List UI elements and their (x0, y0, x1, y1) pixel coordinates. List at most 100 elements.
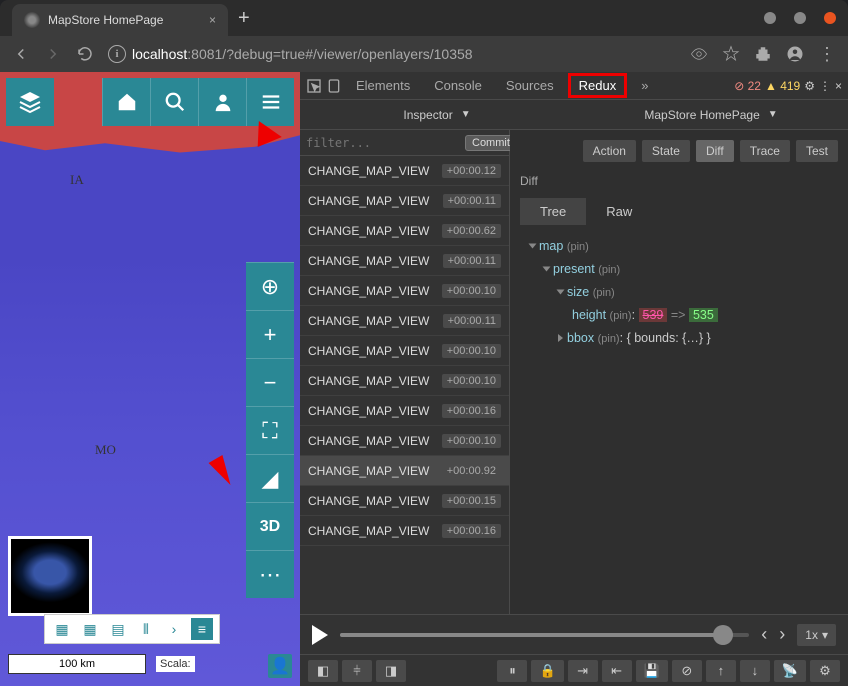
playback-bar: ‹ › 1x ▾ (300, 614, 848, 654)
action-item[interactable]: CHANGE_MAP_VIEW+00:00.10 (300, 276, 509, 306)
undo-button[interactable]: ◢ (246, 454, 294, 502)
dock-right-icon[interactable]: ◨ (376, 660, 406, 682)
lock-icon[interactable]: 🔒 (531, 660, 563, 682)
warning-count[interactable]: ▲ 419 (765, 79, 800, 93)
download-icon[interactable]: ↓ (740, 660, 770, 682)
scale-bar: 100 km (8, 654, 146, 674)
minimize-icon[interactable] (764, 12, 776, 24)
more-tools-button[interactable]: ⋯ (246, 550, 294, 598)
site-info-icon[interactable]: i (108, 45, 126, 63)
dock-bottom-icon[interactable]: ⫩ (342, 660, 372, 682)
browser-tab[interactable]: MapStore HomePage × (12, 4, 228, 36)
address-field[interactable]: i localhost:8081/?debug=true#/viewer/ope… (108, 45, 676, 63)
map-viewport[interactable]: IA MO ⊕ + − ⛶ ◢ 3D ⋯ ▦ ▦ ▤ ⫴ › ≡ 1 (0, 72, 300, 686)
tab-console[interactable]: Console (424, 74, 492, 97)
action-item[interactable]: CHANGE_MAP_VIEW+00:00.11 (300, 306, 509, 336)
action-item[interactable]: CHANGE_MAP_VIEW+00:00.11 (300, 186, 509, 216)
action-item[interactable]: CHANGE_MAP_VIEW+00:00.92 (300, 456, 509, 486)
error-count[interactable]: ⊘ 22 (734, 79, 761, 93)
raw-tab[interactable]: Raw (586, 198, 652, 225)
layers-button[interactable] (6, 78, 54, 126)
maximize-icon[interactable] (794, 12, 806, 24)
window-titlebar: MapStore HomePage × + (0, 0, 848, 36)
action-item[interactable]: CHANGE_MAP_VIEW+00:00.16 (300, 516, 509, 546)
rec-icon[interactable]: ⊘ (672, 660, 702, 682)
close-tab-icon[interactable]: × (209, 13, 216, 27)
new-tab-button[interactable]: + (238, 7, 250, 30)
export-icon[interactable]: ⇥ (568, 660, 598, 682)
three-d-button[interactable]: 3D (246, 502, 294, 550)
device-icon[interactable] (326, 78, 342, 94)
search-button[interactable] (150, 78, 198, 126)
next-button[interactable]: › (779, 624, 785, 645)
tree-tab[interactable]: Tree (520, 198, 586, 225)
star-icon[interactable] (722, 45, 740, 63)
tab-more[interactable]: » (631, 74, 658, 97)
tab-sources[interactable]: Sources (496, 74, 564, 97)
action-item[interactable]: CHANGE_MAP_VIEW+00:00.10 (300, 336, 509, 366)
subtab-instance[interactable]: MapStore HomePage▼ (574, 100, 848, 129)
profile-icon[interactable] (786, 45, 804, 63)
expand-icon[interactable]: › (163, 618, 185, 640)
action-item[interactable]: CHANGE_MAP_VIEW+00:00.15 (300, 486, 509, 516)
extensions-icon[interactable] (754, 45, 772, 63)
subtab-inspector[interactable]: Inspector▼ (300, 100, 574, 129)
rtab-diff[interactable]: Diff (696, 140, 734, 162)
favicon (24, 12, 40, 28)
locate-button[interactable]: ⊕ (246, 262, 294, 310)
forward-icon[interactable] (44, 45, 62, 63)
back-icon[interactable] (12, 45, 30, 63)
kebab-icon[interactable]: ⋮ (819, 79, 831, 93)
timeline-slider[interactable] (340, 633, 749, 637)
home-button[interactable] (102, 78, 150, 126)
action-item[interactable]: CHANGE_MAP_VIEW+00:00.62 (300, 216, 509, 246)
zoom-out-button[interactable]: − (246, 358, 294, 406)
save-icon[interactable]: 💾 (636, 660, 668, 682)
action-list[interactable]: CHANGE_MAP_VIEW+00:00.12CHANGE_MAP_VIEW+… (300, 156, 509, 614)
rtab-test[interactable]: Test (796, 140, 838, 162)
rtab-trace[interactable]: Trace (740, 140, 790, 162)
close-devtools-icon[interactable]: × (835, 79, 842, 93)
speed-select[interactable]: 1x ▾ (797, 624, 836, 646)
close-window-icon[interactable] (824, 12, 836, 24)
import-icon[interactable]: ⇤ (602, 660, 632, 682)
minimap[interactable] (8, 536, 92, 616)
fullscreen-button[interactable]: ⛶ (246, 406, 294, 454)
settings-icon[interactable]: ⚙ (804, 79, 815, 93)
eye-icon[interactable] (690, 45, 708, 63)
rtab-action[interactable]: Action (583, 140, 636, 162)
gear-icon[interactable]: ⚙ (810, 660, 840, 682)
reload-icon[interactable] (76, 45, 94, 63)
diff-tree[interactable]: map (pin) present (pin) size (pin) heigh… (510, 225, 848, 360)
play-button[interactable] (312, 625, 328, 645)
upload-icon[interactable]: ↑ (706, 660, 736, 682)
tab-redux[interactable]: Redux (568, 73, 628, 98)
zoom-in-button[interactable]: + (246, 310, 294, 358)
rtab-state[interactable]: State (642, 140, 690, 162)
menu-icon[interactable]: ⋮ (818, 44, 836, 65)
filter-input[interactable] (306, 136, 459, 150)
table-icon[interactable]: ▤ (107, 618, 129, 640)
dock-left-icon[interactable]: ◧ (308, 660, 338, 682)
action-item[interactable]: CHANGE_MAP_VIEW+00:00.11 (300, 246, 509, 276)
inspect-icon[interactable] (306, 78, 322, 94)
bottom-icon-bar: ▦ ▦ ▤ ⫴ › ≡ (44, 614, 220, 644)
login-button[interactable] (198, 78, 246, 126)
burger-menu-button[interactable] (246, 78, 294, 126)
widget-icon[interactable]: ▦ (51, 618, 73, 640)
devtools-tabs: Elements Console Sources Redux » ⊘ 22 ▲ … (300, 72, 848, 100)
action-item[interactable]: CHANGE_MAP_VIEW+00:00.10 (300, 366, 509, 396)
widget-icon-2[interactable]: ▦ (79, 618, 101, 640)
pause-icon[interactable]: ⏸ (497, 660, 527, 682)
prev-button[interactable]: ‹ (761, 624, 767, 645)
action-item[interactable]: CHANGE_MAP_VIEW+00:00.16 (300, 396, 509, 426)
action-item[interactable]: CHANGE_MAP_VIEW+00:00.12 (300, 156, 509, 186)
list-icon[interactable]: ≡ (191, 618, 213, 640)
remote-icon[interactable]: 📡 (774, 660, 806, 682)
tab-elements[interactable]: Elements (346, 74, 420, 97)
map-toolbar (6, 78, 294, 126)
state-label-mo: MO (95, 442, 116, 458)
user-indicator[interactable]: 👤 (268, 654, 292, 678)
chart-icon[interactable]: ⫴ (135, 618, 157, 640)
action-item[interactable]: CHANGE_MAP_VIEW+00:00.10 (300, 426, 509, 456)
